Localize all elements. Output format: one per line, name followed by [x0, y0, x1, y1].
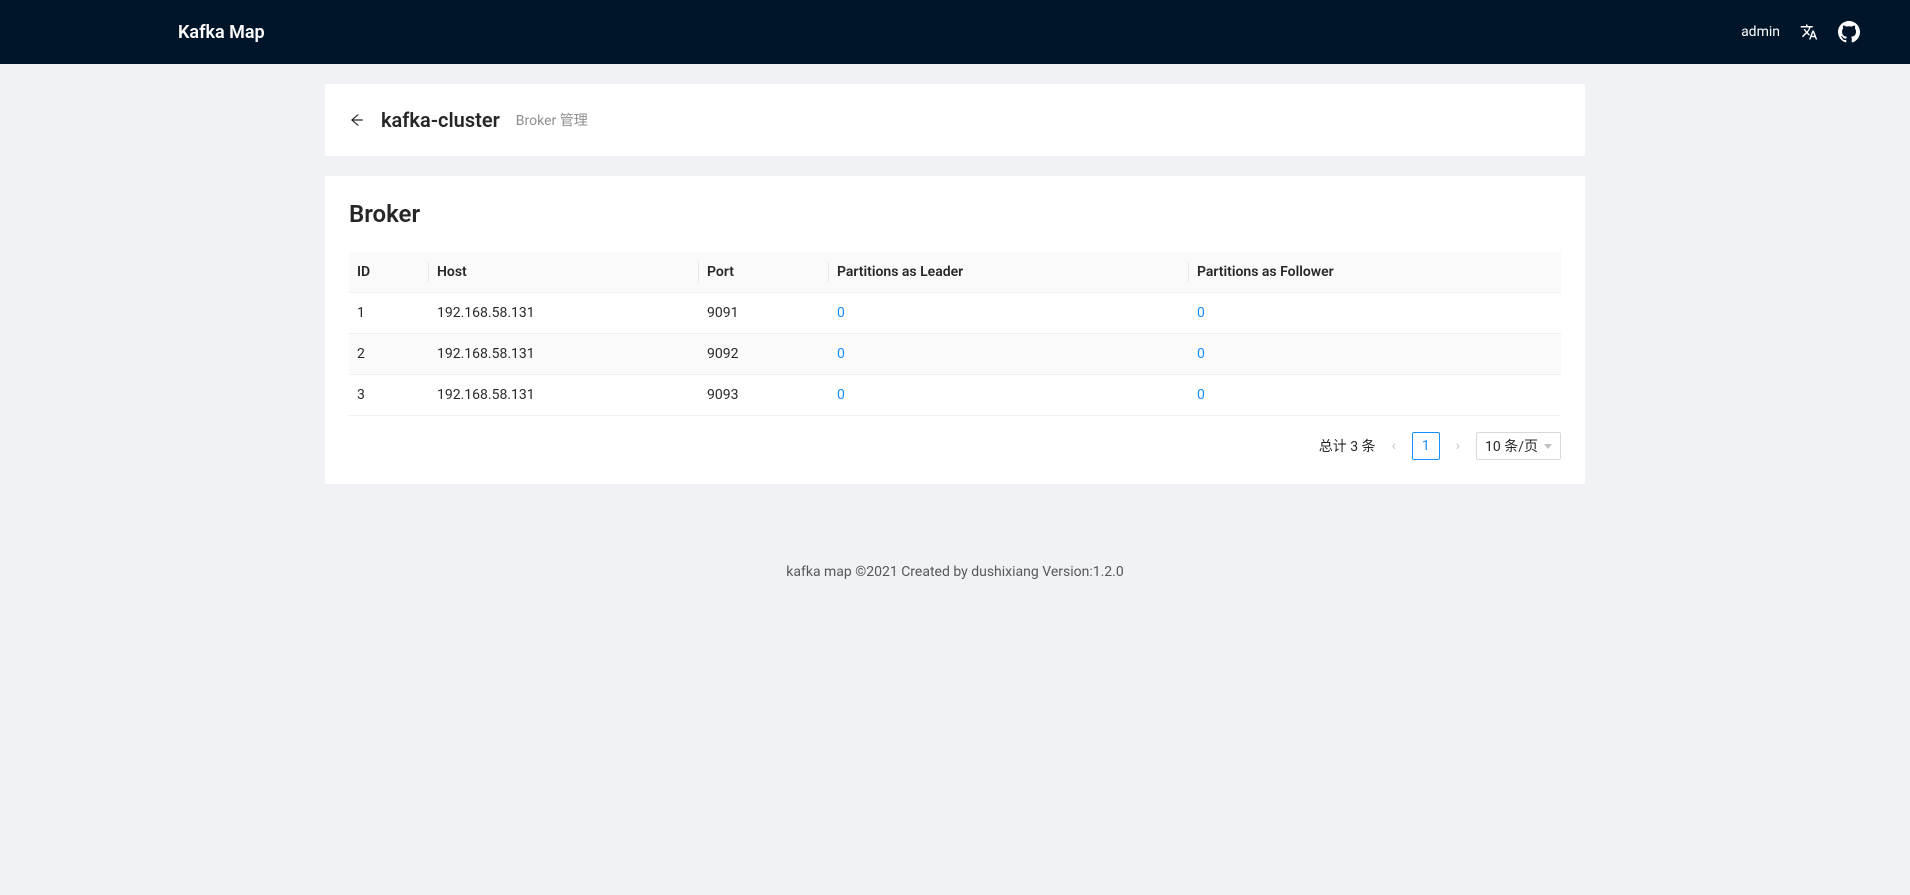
cell-host: 192.168.58.131: [429, 334, 699, 375]
cell-port: 9091: [699, 293, 829, 334]
pagination-prev[interactable]: ‹: [1388, 438, 1400, 454]
pagination-page-1[interactable]: 1: [1412, 432, 1440, 460]
app-header: Kafka Map admin: [0, 0, 1910, 64]
github-icon[interactable]: [1838, 21, 1860, 43]
cell-host: 192.168.58.131: [429, 293, 699, 334]
broker-table: ID Host Port Partitions as Leader Partit…: [349, 252, 1561, 416]
col-follower[interactable]: Partitions as Follower: [1189, 252, 1561, 293]
col-port[interactable]: Port: [699, 252, 829, 293]
cell-id: 3: [349, 375, 429, 416]
table-row: 1192.168.58.131909100: [349, 293, 1561, 334]
pagination-size-select[interactable]: 10 条/页: [1476, 432, 1561, 460]
cluster-name: kafka-cluster: [381, 108, 500, 132]
cell-follower-link[interactable]: 0: [1189, 375, 1561, 416]
breadcrumb-sub: Broker 管理: [516, 110, 588, 130]
table-row: 2192.168.58.131909200: [349, 334, 1561, 375]
pagination-total: 总计 3 条: [1319, 436, 1376, 456]
table-row: 3192.168.58.131909300: [349, 375, 1561, 416]
app-title[interactable]: Kafka Map: [178, 22, 265, 43]
content-card: Broker ID Host Port Partitions as Leader…: [325, 176, 1585, 484]
cell-id: 1: [349, 293, 429, 334]
cell-host: 192.168.58.131: [429, 375, 699, 416]
col-leader[interactable]: Partitions as Leader: [829, 252, 1189, 293]
pagination-next[interactable]: ›: [1452, 438, 1464, 454]
header-right: admin: [1741, 21, 1860, 43]
col-id[interactable]: ID: [349, 252, 429, 293]
chevron-down-icon: [1544, 444, 1552, 449]
cell-leader-link[interactable]: 0: [829, 334, 1189, 375]
cell-port: 9093: [699, 375, 829, 416]
cell-port: 9092: [699, 334, 829, 375]
cell-leader-link[interactable]: 0: [829, 375, 1189, 416]
table-header-row: ID Host Port Partitions as Leader Partit…: [349, 252, 1561, 293]
pagination: 总计 3 条 ‹ 1 › 10 条/页: [349, 432, 1561, 460]
translate-icon[interactable]: [1800, 23, 1818, 41]
pagination-size-label: 10 条/页: [1485, 436, 1538, 456]
cell-leader-link[interactable]: 0: [829, 293, 1189, 334]
cell-id: 2: [349, 334, 429, 375]
breadcrumb-card: kafka-cluster Broker 管理: [325, 84, 1585, 156]
cell-follower-link[interactable]: 0: [1189, 293, 1561, 334]
username-label[interactable]: admin: [1741, 24, 1780, 40]
footer-text: kafka map ©2021 Created by dushixiang Ve…: [0, 504, 1910, 620]
cell-follower-link[interactable]: 0: [1189, 334, 1561, 375]
back-arrow-icon[interactable]: [349, 112, 365, 128]
section-title: Broker: [349, 200, 1561, 228]
col-host[interactable]: Host: [429, 252, 699, 293]
